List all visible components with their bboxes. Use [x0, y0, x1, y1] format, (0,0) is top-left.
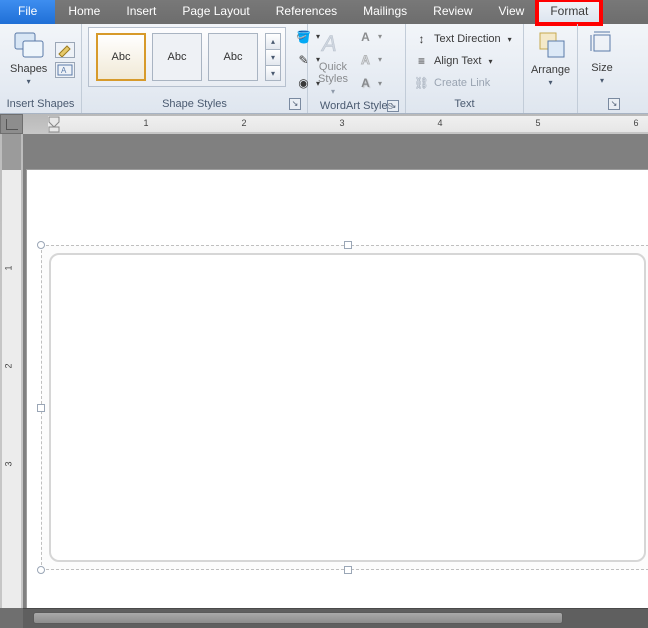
- resize-handle-bl[interactable]: [37, 566, 45, 574]
- hscroll-track[interactable]: [23, 608, 648, 628]
- align-text-button[interactable]: ≡Align Text▾: [412, 51, 514, 71]
- group-label-arrange: [530, 96, 571, 113]
- group-label-size: ↘: [584, 108, 620, 113]
- svg-text:A: A: [61, 66, 67, 75]
- arrange-icon: [536, 29, 566, 62]
- text-outline-icon: A: [358, 53, 373, 67]
- tab-mailings[interactable]: Mailings: [350, 0, 420, 24]
- tab-selector[interactable]: [0, 114, 23, 134]
- textbox-content[interactable]: [49, 253, 646, 562]
- tab-stop-icon: [6, 119, 18, 130]
- group-arrange: Arrange ▾: [524, 24, 578, 113]
- tab-review[interactable]: Review: [420, 0, 485, 24]
- ruler-mark: 3: [339, 118, 344, 128]
- text-fill-button[interactable]: A▾: [356, 27, 384, 46]
- ruler-mark: 4: [437, 118, 442, 128]
- chevron-down-icon: ▾: [27, 77, 31, 86]
- text-effects-icon: A: [358, 76, 373, 90]
- gallery-more-button[interactable]: ▾: [265, 65, 281, 81]
- text-effects-button[interactable]: A▾: [356, 74, 384, 93]
- draw-textbox-button[interactable]: A: [55, 62, 75, 78]
- text-outline-button[interactable]: A▾: [356, 50, 384, 69]
- quick-styles-button[interactable]: A Quick Styles ▾: [314, 27, 352, 98]
- create-link-button[interactable]: ⛓Create Link: [412, 73, 514, 93]
- vruler-mark: 2: [4, 363, 14, 368]
- shapes-label: Shapes: [10, 63, 47, 75]
- ruler-mark: 1: [143, 118, 148, 128]
- vruler-mark: 3: [4, 461, 14, 466]
- vruler-mark: 1: [4, 265, 14, 270]
- group-label-insert-shapes: Insert Shapes: [6, 96, 75, 113]
- chevron-down-icon: ▾: [549, 78, 553, 87]
- link-icon: ⛓: [414, 76, 429, 90]
- group-wordart-styles: A Quick Styles ▾ A▾ A▾ A▾ WordArt Styles…: [308, 24, 406, 113]
- arrange-button[interactable]: Arrange ▾: [527, 27, 574, 89]
- hscroll-thumb[interactable]: [33, 612, 563, 624]
- ruler-mark: 2: [241, 118, 246, 128]
- tab-home[interactable]: Home: [55, 0, 113, 24]
- page[interactable]: [26, 169, 648, 608]
- tab-page-layout[interactable]: Page Layout: [169, 0, 262, 24]
- indent-marker[interactable]: [47, 115, 61, 133]
- vertical-ruler[interactable]: 1 2 3: [0, 134, 23, 608]
- wordart-fill-outline-effects: A▾ A▾ A▾: [356, 27, 384, 93]
- shapes-icon: [13, 29, 45, 61]
- ruler-mark: 6: [633, 118, 638, 128]
- svg-text:A: A: [320, 31, 337, 56]
- resize-handle-tl[interactable]: [37, 241, 45, 249]
- shape-style-3[interactable]: Abc: [208, 33, 258, 81]
- wordart-styles-launcher[interactable]: ↘: [387, 100, 399, 112]
- quick-styles-label: Quick Styles: [318, 62, 348, 85]
- text-direction-icon: ↕: [414, 32, 429, 46]
- shape-style-2[interactable]: Abc: [152, 33, 202, 81]
- size-label: Size: [591, 62, 612, 74]
- chevron-down-icon: ▾: [331, 87, 335, 96]
- mini-shape-tools: A: [55, 27, 75, 93]
- edit-shape-button[interactable]: [55, 42, 75, 58]
- group-label-shape-styles: Shape Styles↘: [88, 96, 301, 113]
- group-text: ↕Text Direction▾ ≡Align Text▾ ⛓Create Li…: [406, 24, 524, 113]
- tab-format[interactable]: Format: [537, 0, 601, 24]
- horizontal-scrollbar: [0, 608, 648, 628]
- gallery-up-button[interactable]: ▴: [265, 33, 281, 49]
- tab-file[interactable]: File: [0, 0, 55, 24]
- ruler-mark: 5: [535, 118, 540, 128]
- shape-style-gallery[interactable]: Abc Abc Abc ▴ ▾ ▾: [88, 27, 286, 87]
- selected-textbox[interactable]: [41, 245, 648, 570]
- shape-styles-launcher[interactable]: ↘: [289, 98, 301, 110]
- gallery-scroll: ▴ ▾ ▾: [265, 33, 281, 81]
- workspace: 1 2 3: [0, 134, 648, 608]
- align-text-icon: ≡: [414, 54, 429, 68]
- ribbon: Shapes ▾ A Insert Shapes Abc Abc Abc ▴ ▾…: [0, 24, 648, 114]
- ruler-row: 1 2 3 4 5 6: [0, 114, 648, 134]
- document-area[interactable]: [23, 134, 648, 608]
- size-button[interactable]: Size ▾: [584, 27, 620, 87]
- gallery-down-button[interactable]: ▾: [265, 49, 281, 65]
- resize-handle-b[interactable]: [344, 566, 352, 574]
- size-icon: [588, 29, 616, 60]
- text-fill-icon: A: [358, 30, 373, 44]
- shapes-button[interactable]: Shapes ▾: [6, 27, 51, 88]
- tab-references[interactable]: References: [263, 0, 350, 24]
- group-label-wordart-styles: WordArt Styles↘: [314, 98, 399, 115]
- resize-handle-t[interactable]: [344, 241, 352, 249]
- group-shape-styles: Abc Abc Abc ▴ ▾ ▾ 🪣▾ ✎▾ ◉▾ Shape Styles↘: [82, 24, 308, 113]
- ribbon-tabs: File Home Insert Page Layout References …: [0, 0, 648, 24]
- group-size: Size ▾ ↘: [578, 24, 626, 113]
- group-label-text: Text: [412, 96, 517, 113]
- chevron-down-icon: ▾: [600, 76, 604, 85]
- tab-insert[interactable]: Insert: [113, 0, 169, 24]
- size-launcher[interactable]: ↘: [608, 98, 620, 110]
- wordart-icon: A: [319, 29, 347, 60]
- text-direction-button[interactable]: ↕Text Direction▾: [412, 29, 514, 49]
- resize-handle-l[interactable]: [37, 404, 45, 412]
- arrange-label: Arrange: [531, 64, 570, 76]
- tab-view[interactable]: View: [486, 0, 538, 24]
- shape-style-1[interactable]: Abc: [96, 33, 146, 81]
- group-insert-shapes: Shapes ▾ A Insert Shapes: [0, 24, 82, 113]
- horizontal-ruler[interactable]: 1 2 3 4 5 6: [23, 114, 648, 134]
